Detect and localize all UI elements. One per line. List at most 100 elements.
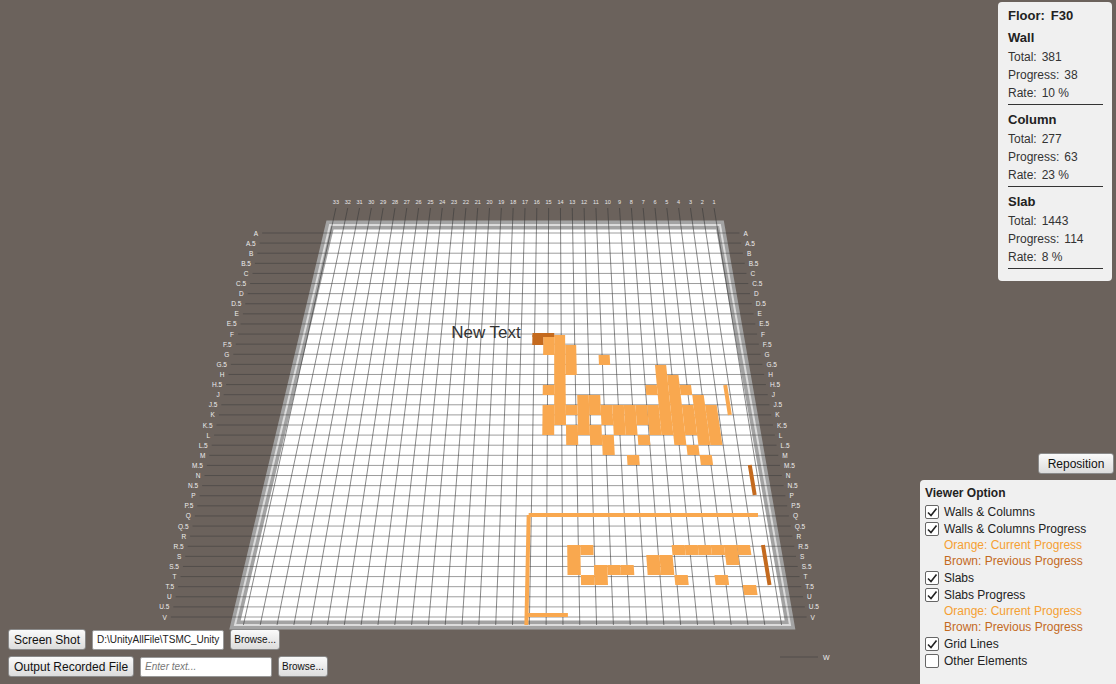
row-label: S	[800, 553, 805, 560]
section-title: Slab	[1008, 193, 1103, 211]
output-recorded-file-button[interactable]: Output Recorded File	[8, 656, 134, 677]
row-label: V	[811, 614, 816, 621]
slab-cell	[725, 555, 740, 565]
option-checkbox[interactable]: Walls & Columns	[925, 503, 1112, 520]
row-grid: A.5A.5	[246, 240, 755, 247]
slab-cell	[696, 425, 709, 435]
grid-line	[702, 208, 765, 625]
checkbox[interactable]	[925, 522, 939, 536]
row-label: L.5	[199, 442, 208, 449]
row-label: Q.5	[178, 523, 189, 531]
grid-line	[679, 208, 732, 625]
slab-cell	[697, 435, 710, 445]
stat-section: WallTotal:381Progress:38Rate:10 %	[1008, 29, 1103, 105]
row-label: L	[206, 432, 210, 439]
check-icon	[926, 589, 938, 601]
stat-row: Rate:10 %	[1008, 84, 1103, 102]
row-label: M	[200, 452, 205, 459]
checkbox[interactable]	[925, 654, 939, 668]
column-label: 10	[605, 199, 611, 205]
row-label: F	[761, 331, 765, 338]
slab-cell	[554, 365, 565, 375]
slab-cell	[612, 405, 624, 415]
row-grid: U.5U.5	[159, 603, 819, 610]
checkbox[interactable]	[925, 505, 939, 519]
row-label: N	[786, 472, 791, 479]
slab-cell	[565, 345, 576, 355]
checkbox[interactable]	[925, 588, 939, 602]
column-label: 26	[416, 199, 422, 205]
slab-cell	[647, 405, 660, 415]
option-checkbox[interactable]: Other Elements	[925, 652, 1112, 669]
slab-cell	[601, 405, 613, 415]
bim-viewer: 3332313029282726252423222120191817161514…	[0, 0, 1116, 684]
row-label: B	[747, 250, 751, 257]
option-checkbox[interactable]: Slabs Progress	[925, 586, 1112, 603]
grid-line	[496, 208, 514, 625]
slab-cell	[660, 415, 673, 425]
slab-cell	[620, 565, 634, 575]
grid-line	[195, 515, 789, 516]
row-grid: HH	[220, 371, 773, 378]
row-label: C	[244, 270, 249, 277]
screenshot-row: Screen Shot D:\UnityAllFile\TSMC_Unity Bro…	[8, 629, 328, 650]
slab-cell	[659, 555, 673, 565]
grid-line	[200, 495, 786, 496]
slab-cell	[613, 415, 625, 425]
browse-button[interactable]: Browse...	[230, 629, 280, 650]
grid-line	[185, 556, 796, 557]
option-checkbox[interactable]: Grid Lines	[925, 635, 1112, 652]
check-icon	[926, 506, 938, 518]
column-label: 8	[630, 199, 633, 205]
stat-label: Progress:	[1008, 66, 1059, 84]
grid-line	[226, 384, 766, 385]
option-checkbox[interactable]: Walls & Columns Progress	[925, 520, 1112, 537]
row-label: W	[823, 654, 830, 661]
row-label: F.5	[763, 341, 772, 348]
screenshot-button[interactable]: Screen Shot	[8, 629, 86, 650]
row-grid: PP	[191, 492, 793, 499]
stat-label: Total:	[1008, 212, 1037, 230]
legend-text: Orange: Current Progress	[925, 537, 1112, 553]
row-grid: P.5P.5	[184, 502, 800, 509]
column-label: 1	[713, 199, 716, 205]
option-checkbox[interactable]: Slabs	[925, 569, 1112, 586]
column-label: 11	[593, 199, 599, 205]
grid-line	[181, 576, 800, 577]
row-label: K.5	[203, 422, 213, 429]
stat-row: Total: 1443	[1008, 212, 1103, 230]
stat-row: Total:381	[1008, 48, 1103, 66]
grid-line	[231, 364, 762, 365]
slab-cell	[638, 435, 651, 445]
slab-cell	[567, 545, 580, 555]
slab-cell	[674, 575, 688, 585]
stat-label: Rate:	[1008, 166, 1037, 184]
slab-cell	[635, 405, 647, 415]
row-label: S	[177, 553, 182, 560]
slab-cell	[680, 385, 693, 395]
row-grid: QQ	[186, 512, 798, 520]
slab-cell	[693, 405, 706, 415]
checkbox[interactable]	[925, 571, 939, 585]
grid-line	[248, 293, 750, 294]
grid-line	[207, 465, 780, 466]
slab-cell	[554, 345, 565, 355]
wall-mark	[750, 465, 755, 495]
grid-line	[173, 606, 805, 607]
row-label: T.5	[805, 583, 814, 590]
row-label: N.5	[788, 482, 799, 489]
checkbox[interactable]	[925, 637, 939, 651]
stat-value: 1443	[1042, 212, 1069, 230]
browse-button[interactable]: Browse...	[278, 656, 328, 677]
grid-line	[344, 208, 407, 625]
row-label: A.5	[745, 240, 755, 247]
slab-cell	[648, 415, 661, 425]
row-label: E.5	[227, 320, 237, 327]
slab-cell	[566, 425, 578, 435]
output-field[interactable]: Enter text...	[140, 657, 272, 677]
row-label: F.5	[223, 341, 232, 348]
section-divider	[1008, 268, 1103, 269]
reposition-button[interactable]: Reposition	[1038, 453, 1114, 474]
path-field[interactable]: D:\UnityAllFile\TSMC_Unity	[92, 630, 224, 650]
slab-cell	[554, 415, 566, 425]
